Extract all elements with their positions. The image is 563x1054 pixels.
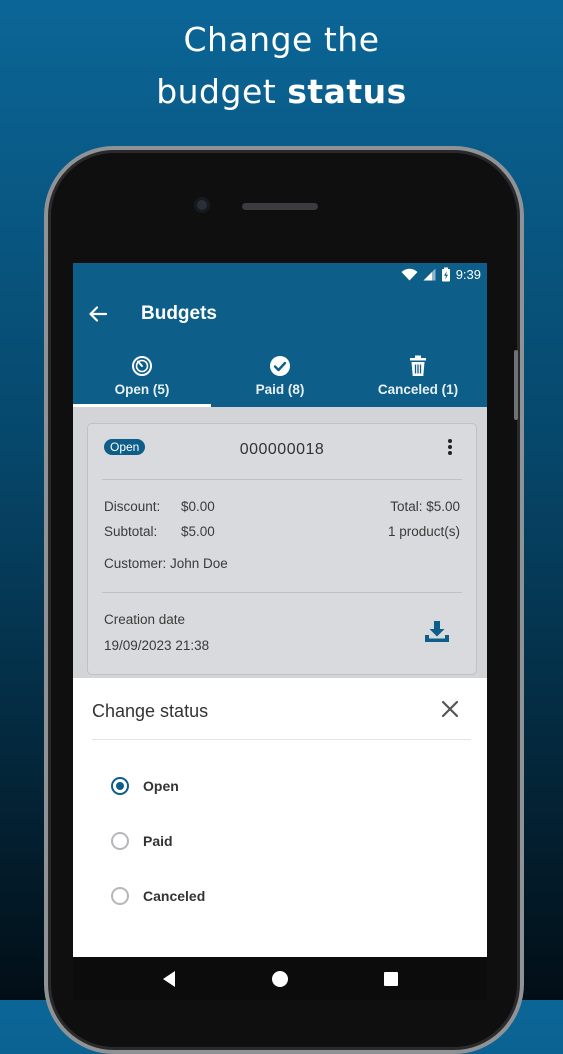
discount-value: $0.00 — [181, 499, 215, 514]
phone-side-button — [514, 350, 518, 420]
close-button[interactable] — [441, 700, 459, 723]
creation-date-label: Creation date — [104, 612, 186, 627]
sheet-divider — [92, 739, 471, 740]
customer-name: Customer: John Doe — [104, 556, 228, 571]
tab-open[interactable]: Open (5) — [73, 343, 211, 407]
budget-number: 000000018 — [239, 441, 325, 458]
status-option-label: Canceled — [143, 888, 206, 904]
arrow-left-icon — [89, 306, 107, 322]
nav-home-icon — [271, 970, 288, 987]
subtotal-value: $5.00 — [181, 524, 215, 539]
headline-line-2-bold: status — [287, 72, 407, 111]
tab-canceled-label: Canceled (1) — [377, 381, 459, 397]
total-value: Total: $5.00 — [390, 499, 460, 514]
change-status-sheet: Change status Open Paid Canceled — [73, 678, 487, 957]
system-navigation-bar — [73, 957, 487, 1000]
headline-line-2-prefix: budget — [156, 72, 288, 111]
card-divider — [102, 592, 462, 593]
app-screen: 9:39 Budgets Open (5) Paid (8) Canceled … — [73, 263, 487, 1000]
status-option-label: Paid — [143, 833, 173, 849]
trash-icon — [410, 355, 426, 376]
nav-back-icon — [162, 970, 175, 987]
more-vert-icon[interactable] — [448, 439, 452, 460]
budget-card[interactable]: Open 000000018 Discount: $0.00 Subtotal:… — [87, 423, 477, 675]
status-option-canceled[interactable]: Canceled — [111, 887, 205, 905]
creation-date-value: 19/09/2023 21:38 — [104, 638, 210, 653]
headline-line-2: budget status — [0, 66, 563, 118]
check-circle-icon — [270, 355, 290, 376]
radio-selected-icon[interactable] — [111, 777, 129, 795]
status-option-label: Open — [143, 778, 179, 794]
back-button[interactable] — [73, 306, 123, 322]
tab-paid[interactable]: Paid (8) — [211, 343, 349, 407]
status-tabs: Open (5) Paid (8) Canceled (1) — [73, 343, 487, 407]
discount-label: Discount: — [104, 499, 161, 514]
close-icon — [441, 700, 459, 718]
download-button[interactable] — [424, 620, 450, 649]
status-option-open[interactable]: Open — [111, 777, 179, 795]
nav-recents-button[interactable] — [361, 971, 421, 987]
sheet-title: Change status — [92, 701, 209, 721]
earpiece-speaker — [242, 203, 318, 210]
status-option-paid[interactable]: Paid — [111, 832, 173, 850]
battery-charging-icon — [441, 267, 450, 281]
nav-home-button[interactable] — [250, 970, 310, 988]
subtotal-label: Subtotal: — [104, 524, 158, 539]
nav-back-button[interactable] — [139, 970, 199, 988]
card-divider — [102, 479, 462, 480]
product-count: 1 product(s) — [387, 524, 460, 539]
tab-canceled[interactable]: Canceled (1) — [349, 343, 487, 407]
download-icon — [425, 621, 449, 642]
status-time: 9:39 — [455, 266, 481, 282]
page-title: Budgets — [141, 303, 217, 324]
timer-icon — [132, 355, 152, 376]
headline-line-1: Change the — [183, 20, 380, 59]
status-bar: 9:39 — [73, 263, 487, 285]
front-camera — [194, 197, 210, 213]
promo-headline: Change the budget status — [0, 14, 563, 118]
wifi-icon — [401, 268, 418, 280]
radio-unselected-icon[interactable] — [111, 832, 129, 850]
nav-recents-icon — [384, 971, 399, 986]
app-bar: Budgets — [73, 285, 487, 343]
tab-open-label: Open (5) — [114, 381, 170, 397]
signal-icon — [423, 268, 436, 280]
tab-paid-label: Paid (8) — [255, 381, 305, 397]
radio-unselected-icon[interactable] — [111, 887, 129, 905]
